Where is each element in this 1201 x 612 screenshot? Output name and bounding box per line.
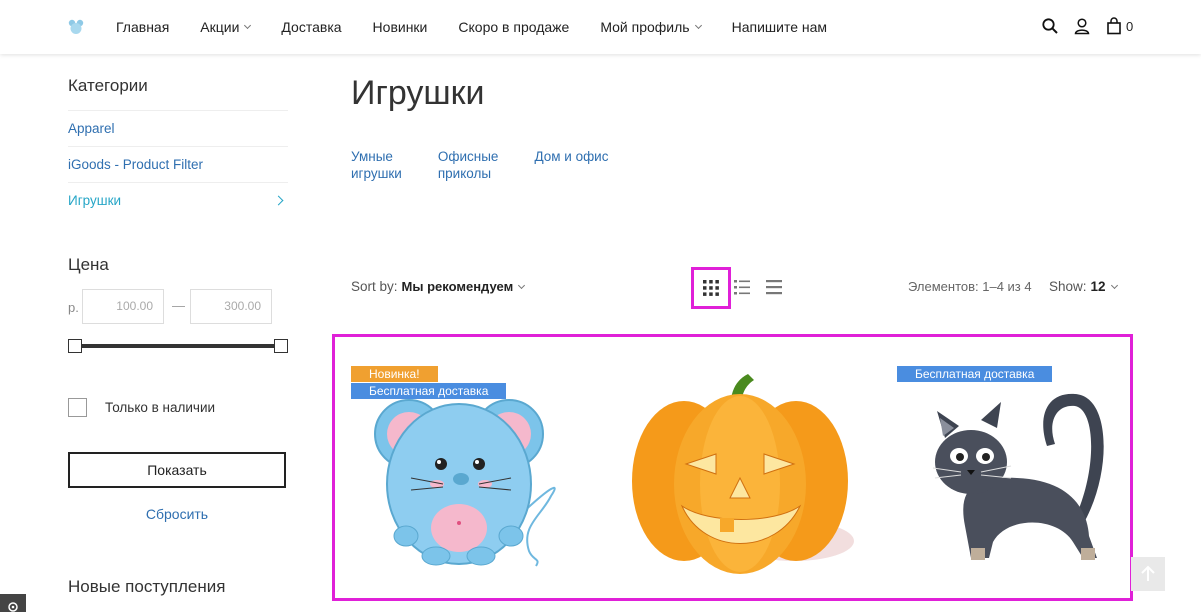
arrow-up-icon <box>1141 565 1155 581</box>
in-stock-checkbox[interactable] <box>68 398 87 417</box>
price-separator: — <box>172 298 185 313</box>
search-icon[interactable] <box>1041 17 1059 35</box>
nav-item-coming-soon[interactable]: Скоро в продаже <box>458 19 569 35</box>
price-min-input[interactable]: 100.00 <box>82 289 164 324</box>
category-item-igoods[interactable]: iGoods - Product Filter <box>68 147 288 183</box>
price-slider-max-handle[interactable] <box>274 339 288 353</box>
nav-item-new[interactable]: Новинки <box>373 19 428 35</box>
category-item-apparel[interactable]: Apparel <box>68 111 288 147</box>
price-max-input[interactable]: 300.00 <box>190 289 272 324</box>
subcategory-links: Умные игрушки Офисные приколы Дом и офис <box>351 148 644 182</box>
sort-dropdown[interactable]: Sort by: Мы рекомендуем <box>351 279 526 294</box>
table-view-icon[interactable] <box>765 278 783 296</box>
category-list: Apparel iGoods - Product Filter Игрушки <box>68 110 288 219</box>
cart-count: 0 <box>1126 18 1134 34</box>
product-card-cat[interactable]: Бесплатная доставка <box>897 366 1107 592</box>
show-per-page-dropdown[interactable]: Show: 12 <box>1049 279 1118 294</box>
elements-count: Элементов: 1–4 из 4 <box>908 279 1032 294</box>
chevron-down-icon <box>244 21 252 30</box>
user-icon[interactable] <box>1073 17 1091 35</box>
grid-view-button[interactable] <box>691 267 731 309</box>
product-badges: Бесплатная доставка <box>897 366 1053 383</box>
categories-title: Категории <box>68 76 148 95</box>
show-button[interactable]: Показать <box>68 452 286 488</box>
reset-link[interactable]: Сбросить <box>68 506 286 522</box>
product-card-pumpkin[interactable] <box>624 366 860 592</box>
cat-toy-image <box>932 393 1104 560</box>
nav-item-profile[interactable]: Мой профиль <box>600 19 702 35</box>
new-arrivals-title: Новые поступления <box>68 577 226 596</box>
list-view-icon[interactable] <box>733 278 751 296</box>
header-actions: 0 <box>1041 17 1133 35</box>
gear-icon <box>8 602 18 612</box>
chevron-down-icon <box>1110 281 1118 289</box>
nav-item-delivery[interactable]: Доставка <box>281 19 341 35</box>
badge-free-shipping: Бесплатная доставка <box>351 383 507 399</box>
main-nav: Главная Акции Доставка Новинки Скоро в п… <box>116 0 858 54</box>
price-slider-track[interactable] <box>68 344 288 348</box>
subcategory-home-office[interactable]: Дом и офис <box>534 148 608 182</box>
scroll-to-top-button[interactable] <box>1131 557 1165 591</box>
price-title: Цена <box>68 255 109 274</box>
logo-icon[interactable] <box>68 19 84 35</box>
subcategory-office-pranks[interactable]: Офисные приколы <box>438 148 499 182</box>
product-badges: Новинка! Бесплатная доставка <box>351 366 507 400</box>
currency-label: р. <box>68 300 79 315</box>
chevron-down-icon <box>518 281 526 289</box>
settings-button[interactable] <box>0 594 26 612</box>
price-slider-min-handle[interactable] <box>68 339 82 353</box>
shopping-bag-icon[interactable] <box>1105 17 1123 35</box>
badge-new: Новинка! <box>351 366 438 382</box>
category-item-toys[interactable]: Игрушки <box>68 183 288 219</box>
site-header: Главная Акции Доставка Новинки Скоро в п… <box>0 0 1201 54</box>
chevron-down-icon <box>694 21 702 30</box>
nav-item-home[interactable]: Главная <box>116 19 169 35</box>
chevron-right-icon <box>273 195 284 206</box>
page-title: Игрушки <box>351 74 485 112</box>
in-stock-label: Только в наличии <box>105 400 216 415</box>
nav-item-contact[interactable]: Напишите нам <box>732 19 827 35</box>
grid-view-icon <box>703 280 719 296</box>
subcategory-smart-toys[interactable]: Умные игрушки <box>351 148 402 182</box>
nav-item-promotions[interactable]: Акции <box>200 19 252 35</box>
badge-free-shipping: Бесплатная доставка <box>897 366 1053 382</box>
pumpkin-toy-image <box>632 374 854 574</box>
product-card-mouse[interactable]: Новинка! Бесплатная доставка <box>351 366 561 592</box>
